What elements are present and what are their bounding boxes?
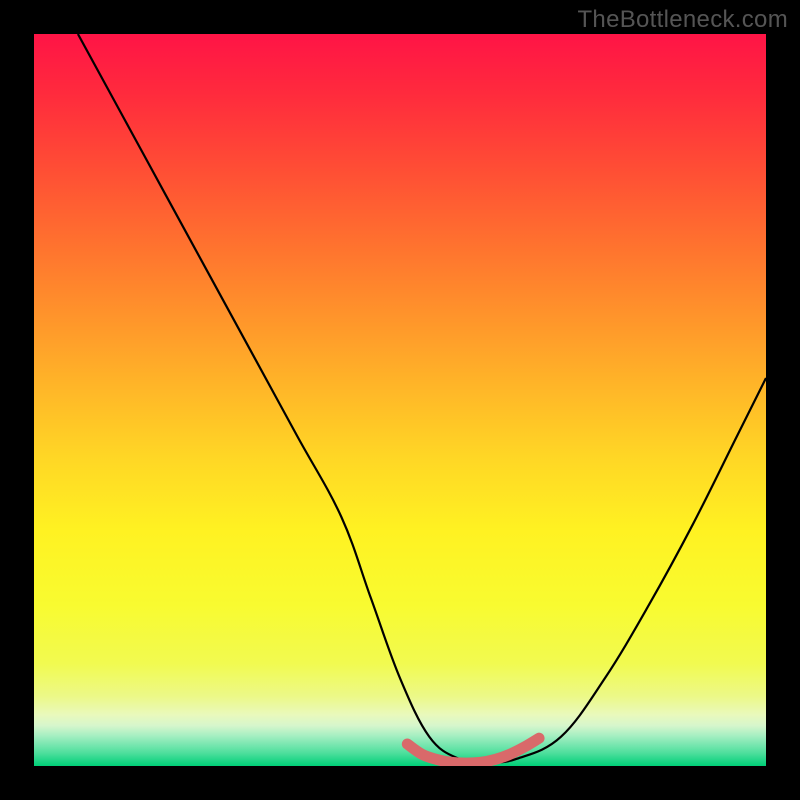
watermark-text: TheBottleneck.com [577,6,788,34]
bottleneck-curve [78,34,766,762]
curve-layer [34,34,766,766]
sweet-spot-marker [407,738,539,763]
plot-area [34,34,766,766]
chart-frame: TheBottleneck.com [0,0,800,800]
